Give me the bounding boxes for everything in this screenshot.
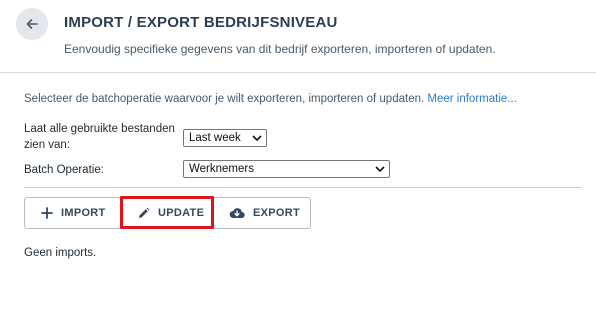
more-info-link[interactable]: Meer informatie... (427, 93, 516, 105)
cloud-download-icon (229, 208, 245, 219)
chevron-down-icon (250, 131, 264, 145)
export-button[interactable]: EXPORT (229, 198, 300, 228)
import-button-label: IMPORT (61, 207, 106, 219)
page-title: IMPORT / EXPORT BEDRIJFSNIVEAU (64, 14, 338, 31)
empty-imports-message: Geen imports. (24, 247, 97, 259)
batch-operation-value: Werknemers (189, 163, 254, 175)
page-header: IMPORT / EXPORT BEDRIJFSNIVEAU Eenvoudig… (0, 0, 596, 72)
page-subtitle: Eenvoudig specifieke gegevens van dit be… (64, 42, 496, 56)
import-button[interactable]: IMPORT (41, 198, 106, 228)
intro-text: Selecteer de batchoperatie waarvoor je w… (24, 93, 517, 105)
files-period-value: Last week (189, 132, 241, 144)
header-divider (0, 72, 596, 73)
arrow-left-icon (26, 19, 38, 29)
update-highlight-box (120, 196, 214, 229)
batch-operation-label: Batch Operatie: (24, 164, 104, 176)
export-button-label: EXPORT (253, 207, 301, 219)
chevron-down-icon (373, 162, 387, 176)
files-period-select[interactable]: Last week (183, 129, 267, 147)
plus-icon (41, 207, 53, 219)
back-button[interactable] (16, 8, 48, 40)
batch-operation-select[interactable]: Werknemers (183, 160, 390, 178)
intro-description: Selecteer de batchoperatie waarvoor je w… (24, 93, 425, 105)
form-divider (24, 187, 582, 188)
files-period-label: Laat alle gebruikte bestanden zien van: (24, 123, 175, 151)
